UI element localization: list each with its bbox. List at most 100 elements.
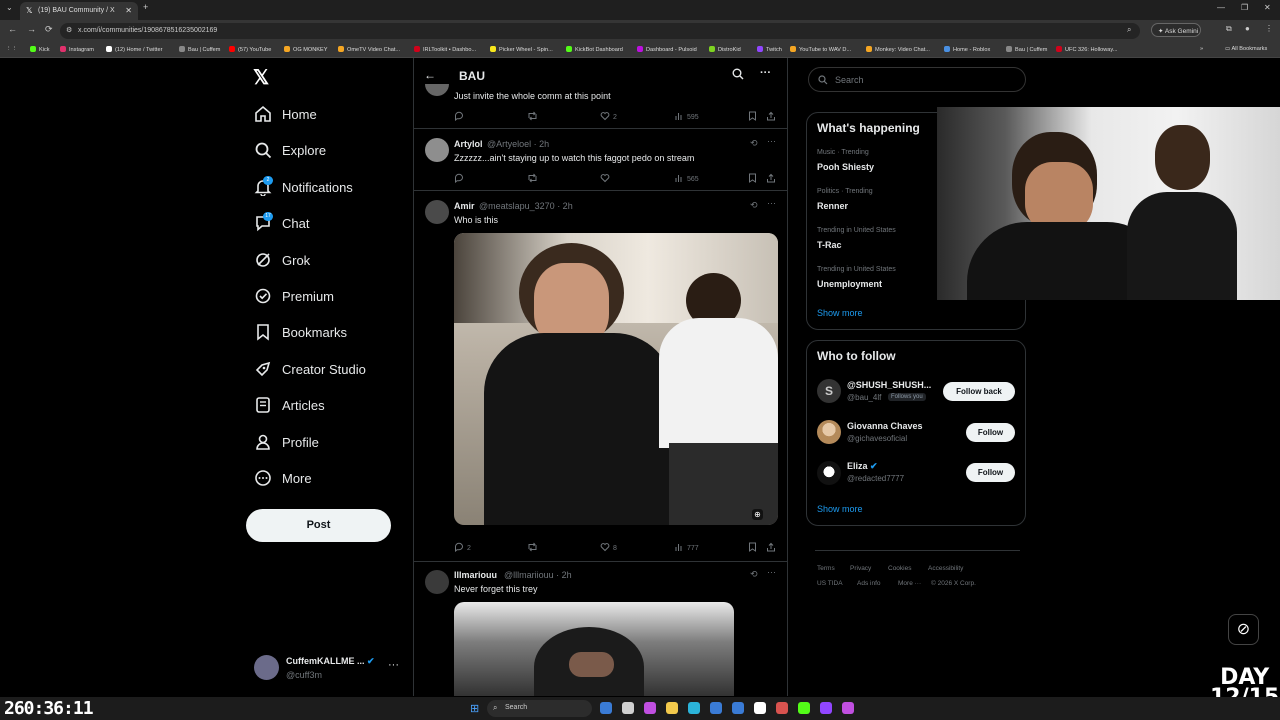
reply-button[interactable]: 2: [454, 542, 471, 553]
tweet-author-handle[interactable]: @Artyeloel · 2h: [487, 139, 549, 149]
tab-list-icon[interactable]: ⌄: [6, 3, 13, 12]
bookmark-item[interactable]: UFC 326: Holloway...: [1056, 46, 1117, 53]
follow-avatar[interactable]: [817, 461, 841, 485]
like-button[interactable]: [600, 173, 613, 183]
search-input[interactable]: Search: [808, 67, 1026, 92]
bookmark-item[interactable]: Kick: [30, 46, 50, 53]
tweet-avatar[interactable]: [425, 138, 449, 162]
tweet-avatar[interactable]: [425, 84, 449, 96]
share-button[interactable]: [766, 111, 776, 121]
tweet-media-image[interactable]: ⊕: [454, 233, 778, 525]
tweet-avatar[interactable]: [425, 570, 449, 594]
site-info-icon[interactable]: ⚙: [66, 26, 72, 34]
footer-link[interactable]: US TIDA: [817, 580, 843, 587]
more-options-icon[interactable]: ···: [760, 67, 771, 79]
copilot-icon[interactable]: [644, 702, 656, 714]
trend-item[interactable]: Pooh Shiesty: [817, 162, 874, 172]
follow-avatar[interactable]: S: [817, 379, 841, 403]
bookmark-button[interactable]: [748, 111, 757, 121]
grok-floating-icon[interactable]: ⊘: [1228, 614, 1259, 645]
trends-show-more-link[interactable]: Show more: [817, 308, 863, 318]
ask-gemini-button[interactable]: ✦ Ask Gemini: [1151, 23, 1201, 37]
bookmark-item[interactable]: (12) Home / Twitter: [106, 46, 162, 53]
profile-icon[interactable]: ●: [1245, 24, 1250, 33]
footer-link[interactable]: Terms: [817, 565, 835, 572]
tweet-author-name[interactable]: lllmariouu: [454, 570, 497, 580]
post-button[interactable]: Post: [246, 509, 391, 542]
trend-item[interactable]: Unemployment: [817, 279, 882, 289]
reply-button[interactable]: [454, 173, 467, 184]
reload-icon[interactable]: ⟳: [45, 24, 53, 35]
bookmark-item[interactable]: (57) YouTube: [229, 46, 271, 53]
bookmark-item[interactable]: IRLToolkit • Dashbo...: [414, 46, 476, 53]
tweet-avatar[interactable]: [425, 200, 449, 224]
bookmark-item[interactable]: Home - Roblox: [944, 46, 990, 53]
new-tab-icon[interactable]: +: [143, 2, 148, 12]
taskview-icon[interactable]: [600, 702, 612, 714]
bookmark-item[interactable]: Instagram: [60, 46, 94, 53]
maximize-icon[interactable]: ❐: [1241, 3, 1248, 12]
x-logo-icon[interactable]: 𝕏: [253, 68, 273, 88]
github-icon[interactable]: [754, 702, 766, 714]
bookmark-item[interactable]: Bau | Cuffem: [1006, 46, 1047, 53]
all-bookmarks-folder[interactable]: ▭ All Bookmarks: [1225, 46, 1267, 52]
app-icon[interactable]: [776, 702, 788, 714]
follow-handle[interactable]: @gichavesoficial: [847, 434, 907, 443]
search-icon[interactable]: [732, 67, 744, 85]
bookmark-item[interactable]: DistroKid: [709, 46, 741, 53]
footer-link[interactable]: Ads info: [857, 580, 881, 587]
reply-button[interactable]: [454, 111, 467, 122]
footer-link[interactable]: Accessibility: [928, 565, 963, 572]
bookmark-item[interactable]: Twitch: [757, 46, 782, 53]
back-icon[interactable]: ←: [8, 24, 17, 34]
close-window-icon[interactable]: ✕: [1264, 3, 1271, 12]
bookmark-button[interactable]: [748, 173, 757, 183]
app-icon[interactable]: [842, 702, 854, 714]
follow-handle[interactable]: @bau_4lf: [847, 393, 881, 402]
tweet-more-icon[interactable]: ···: [767, 136, 776, 146]
share-button[interactable]: [766, 173, 776, 183]
views-button[interactable]: 595: [674, 111, 699, 121]
tweet-more-icon[interactable]: ···: [767, 198, 776, 208]
like-button[interactable]: 2: [600, 111, 617, 121]
grok-icon[interactable]: ⟲: [750, 569, 758, 580]
footer-link[interactable]: Cookies: [888, 565, 911, 572]
browser-tab[interactable]: 𝕏 (19) BAU Community / X ✕: [20, 2, 138, 20]
views-button[interactable]: 777: [674, 542, 699, 552]
url-field[interactable]: ⚙ x.com/i/communities/190867851623500216…: [60, 23, 1140, 39]
apps-icon[interactable]: ⋮⋮: [6, 46, 17, 52]
windows-start-icon[interactable]: ⊞: [470, 702, 479, 715]
bookmark-item[interactable]: Dashboard - Pulsoid: [637, 46, 697, 53]
bookmark-item[interactable]: Monkey: Video Chat...: [866, 46, 930, 53]
tweet-author-handle[interactable]: @meatslapu_3270 · 2h: [479, 201, 573, 211]
bookmarks-overflow-icon[interactable]: »: [1200, 46, 1203, 52]
menu-icon[interactable]: ⋮: [1265, 24, 1273, 33]
like-button[interactable]: 8: [600, 542, 617, 552]
grok-icon[interactable]: ⟲: [750, 138, 758, 149]
media-menu-icon[interactable]: ⊕: [752, 509, 763, 520]
bookmark-item[interactable]: Bau | Cuffem: [179, 46, 220, 53]
back-arrow-icon[interactable]: ←: [424, 68, 436, 82]
retweet-button[interactable]: [527, 542, 541, 552]
bookmark-item[interactable]: KickBot Dashboard: [566, 46, 623, 53]
retweet-button[interactable]: [527, 111, 541, 121]
footer-link[interactable]: More ···: [898, 580, 921, 587]
follow-name[interactable]: Giovanna Chaves: [847, 421, 923, 431]
edge-icon[interactable]: [688, 702, 700, 714]
bookmark-item[interactable]: OG MONKEY: [284, 46, 328, 53]
trend-item[interactable]: Renner: [817, 201, 848, 211]
trend-item[interactable]: T-Rac: [817, 240, 842, 250]
follow-handle[interactable]: @redacted7777: [847, 474, 904, 483]
follow-button[interactable]: Follow: [966, 423, 1015, 442]
bookmark-item[interactable]: Picker Wheel - Spin...: [490, 46, 553, 53]
follow-button[interactable]: Follow: [966, 463, 1015, 482]
forward-icon[interactable]: →: [27, 24, 36, 34]
account-name[interactable]: CuffemKALLME ... ✔: [286, 656, 375, 667]
follow-name[interactable]: @SHUSH_SHUSH...: [847, 380, 931, 390]
tweet-more-icon[interactable]: ···: [767, 567, 776, 577]
account-more-icon[interactable]: ···: [388, 659, 399, 671]
follow-avatar[interactable]: [817, 420, 841, 444]
store-icon[interactable]: [710, 702, 722, 714]
taskbar-search-input[interactable]: ⌕ Search: [487, 700, 592, 717]
bookmark-item[interactable]: OmeTV Video Chat...: [338, 46, 400, 53]
